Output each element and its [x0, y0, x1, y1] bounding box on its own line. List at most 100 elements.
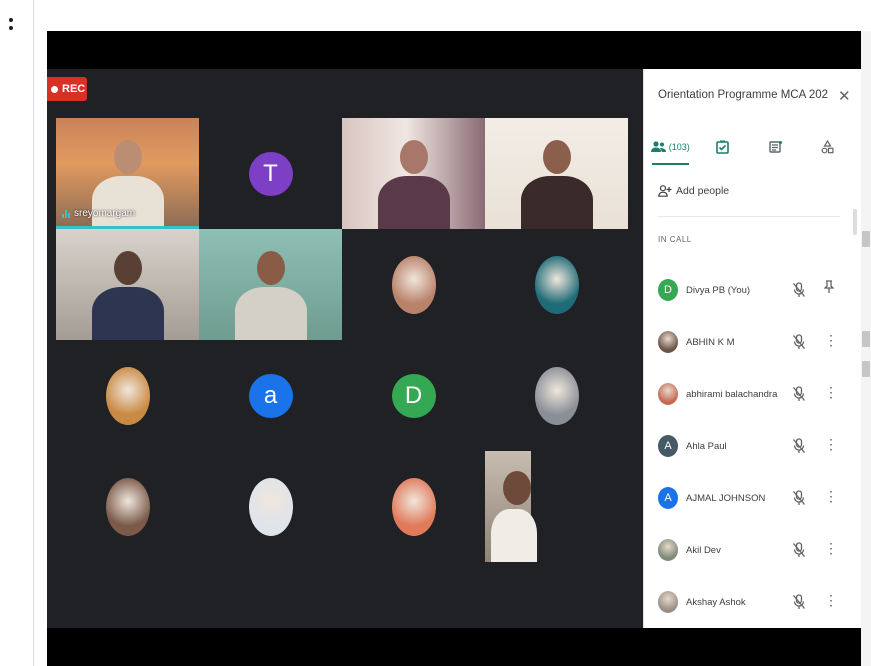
participant-row[interactable]: Akshay Ashok ⋮ [644, 576, 854, 628]
page-menu-dots[interactable] [9, 18, 13, 34]
avatar-tile[interactable] [342, 451, 485, 562]
speaking-icon [62, 209, 70, 218]
more-icon[interactable]: ⋮ [824, 384, 838, 401]
more-icon[interactable]: ⋮ [824, 436, 838, 453]
edge-marker [862, 231, 870, 247]
mic-off-icon[interactable] [792, 386, 806, 402]
avatar-letter: a [248, 373, 293, 418]
in-call-heading: IN CALL [658, 235, 692, 244]
video-tile[interactable] [485, 451, 628, 562]
avatar-tile[interactable]: a [199, 340, 342, 451]
shapes-icon [821, 140, 834, 154]
mic-off-icon[interactable] [792, 542, 806, 558]
participant-avatar [658, 331, 678, 353]
participant-name: AJMAL JOHNSON [686, 492, 766, 504]
participant-name: ABHIN K M [686, 336, 735, 348]
participant-row[interactable]: Akil Dev ⋮ [644, 524, 854, 576]
mic-off-icon[interactable] [792, 594, 806, 610]
participant-row[interactable]: abhirami balachandran ⋮ [644, 368, 854, 420]
participant-list: D Divya PB (You) ABHIN K M ⋮ abhirami balach… [644, 264, 854, 628]
more-icon[interactable]: ⋮ [824, 332, 838, 349]
profile-photo [105, 366, 150, 425]
recording-badge: REC [47, 77, 87, 101]
close-icon[interactable]: ✕ [838, 87, 851, 105]
avatar-tile[interactable] [56, 451, 199, 562]
participant-name: Ahla Paul [686, 440, 727, 452]
recording-label: REC [62, 83, 86, 95]
participant-face [257, 251, 285, 285]
avatar-tile[interactable]: D [342, 340, 485, 451]
more-icon[interactable]: ⋮ [824, 540, 838, 557]
participant-body [521, 176, 593, 229]
mic-off-icon[interactable] [792, 438, 806, 454]
tab-people[interactable]: (103) [644, 129, 697, 165]
avatar-letter: T [248, 151, 293, 196]
tab-activities[interactable] [802, 129, 855, 165]
mic-off-icon[interactable] [792, 334, 806, 350]
participant-name: Akshay Ashok [686, 596, 746, 608]
video-tile[interactable] [342, 118, 485, 229]
profile-photo [534, 366, 579, 425]
checkbox-icon [716, 140, 730, 154]
add-person-icon [658, 185, 672, 197]
participant-name: abhirami balachandran [686, 388, 778, 400]
chat-icon [769, 140, 782, 153]
participant-row[interactable]: A AJMAL JOHNSON ⋮ [644, 472, 854, 524]
participant-face [543, 140, 571, 174]
page-divider [33, 0, 34, 666]
tab-tasks[interactable] [697, 129, 750, 165]
participant-face [400, 140, 428, 174]
participant-body [491, 509, 537, 562]
avatar-tile[interactable] [199, 451, 342, 562]
profile-photo [391, 255, 436, 314]
more-icon[interactable]: ⋮ [824, 592, 838, 609]
panel-scrollbar[interactable] [853, 209, 857, 235]
edge-marker [862, 361, 870, 377]
edge-marker [862, 331, 870, 347]
video-tile[interactable] [199, 229, 342, 340]
video-stage: REC sreyomargam Ta D [47, 69, 643, 628]
participant-face [503, 471, 531, 505]
participant-body [92, 176, 164, 229]
avatar-tile[interactable]: T [199, 118, 342, 229]
avatar-letter: D [391, 373, 436, 418]
participant-avatar [658, 591, 678, 613]
people-icon [650, 141, 666, 152]
right-edge-strip [861, 31, 871, 666]
participant-row[interactable]: A Ahla Paul ⋮ [644, 420, 854, 472]
participant-avatar: A [658, 435, 678, 457]
mic-off-icon[interactable] [792, 490, 806, 506]
avatar-tile[interactable] [342, 229, 485, 340]
avatar-tile[interactable] [485, 229, 628, 340]
participant-face [114, 140, 142, 174]
tile-name-label: sreyomargam [62, 208, 135, 219]
participant-name: Akil Dev [686, 544, 721, 556]
panel-tabs: (103) [644, 129, 854, 165]
add-people-label: Add people [676, 185, 730, 197]
video-tile[interactable] [485, 118, 628, 229]
profile-photo [105, 477, 150, 536]
video-tile[interactable] [56, 229, 199, 340]
participant-name: Divya PB (You) [686, 284, 751, 296]
meeting-title: Orientation Programme MCA 2020 ... [658, 89, 828, 101]
avatar-tile[interactable] [56, 340, 199, 451]
profile-photo [248, 477, 293, 536]
participant-row[interactable]: D Divya PB (You) [644, 264, 854, 316]
participant-avatar: D [658, 279, 678, 301]
more-icon[interactable]: ⋮ [824, 488, 838, 505]
participant-avatar [658, 383, 678, 405]
participant-avatar: A [658, 487, 678, 509]
video-tile[interactable]: sreyomargam [56, 118, 199, 229]
participant-face [114, 251, 142, 285]
profile-photo [534, 255, 579, 314]
add-people-button[interactable]: Add people [658, 185, 729, 197]
people-count: (103) [668, 142, 690, 152]
tab-chat[interactable] [749, 129, 802, 165]
profile-photo [391, 477, 436, 536]
pin-icon[interactable] [823, 280, 835, 297]
participant-body [378, 176, 450, 229]
mic-off-icon[interactable] [792, 282, 806, 298]
avatar-tile[interactable] [485, 340, 628, 451]
participant-row[interactable]: ABHIN K M ⋮ [644, 316, 854, 368]
participant-body [235, 287, 307, 340]
